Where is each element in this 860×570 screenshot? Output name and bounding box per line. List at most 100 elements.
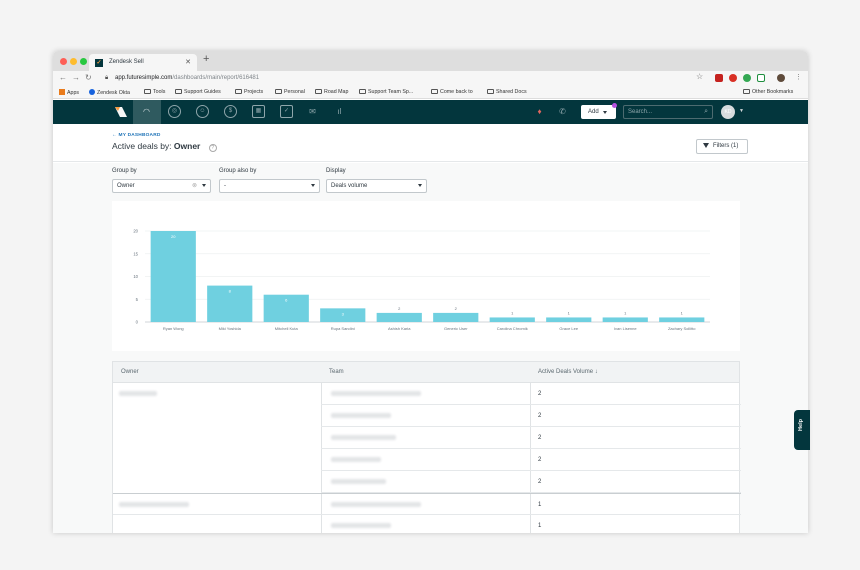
group-by-label: Group by xyxy=(112,168,137,174)
browser-window: ✓ Zendesk Sell ✕ + ← → ↻ 🔒︎ app.futuresi… xyxy=(53,51,808,533)
bookmark-apps[interactable]: Apps xyxy=(59,89,79,96)
volume-value: 2 xyxy=(538,479,542,485)
minimize-window-icon[interactable] xyxy=(70,58,77,65)
redacted-team xyxy=(331,523,391,528)
table-row: 1 xyxy=(321,515,741,533)
reports-bar-icon[interactable]: ıl xyxy=(333,105,346,118)
bookmark-zendesk-okta[interactable]: Zendesk Okta xyxy=(89,89,130,96)
bar-0 xyxy=(150,231,196,322)
x-category-label: Generic User xyxy=(444,326,468,331)
bar-chart: 0510152020Ryan Wong8Miki Yoshida6Mitchel… xyxy=(133,229,710,331)
filters-button[interactable]: Filters (1) xyxy=(696,139,748,154)
add-button[interactable]: Add xyxy=(581,105,616,119)
volume-value: 2 xyxy=(538,413,542,419)
notifications-icon[interactable]: ♦ xyxy=(533,105,546,118)
volume-value: 2 xyxy=(538,457,542,463)
bar-chart-card: 0 5 10 15 20 20 Ryan Wong 8 Miki Yoshida 6 Mitchel… xyxy=(112,201,740,351)
folder-icon xyxy=(431,89,438,94)
browser-tab-bar: ✓ Zendesk Sell ✕ + xyxy=(53,51,808,71)
tasks-check-icon[interactable]: ✓ xyxy=(280,105,293,118)
help-question-icon[interactable]: ? xyxy=(208,144,217,152)
bar-9 xyxy=(659,317,705,322)
x-category-label: Rupa Sandini xyxy=(331,326,355,331)
apps-grid-icon xyxy=(59,89,65,95)
y-tick-label: 10 xyxy=(133,274,138,279)
chevron-down-icon xyxy=(202,184,206,187)
table-row: 2 xyxy=(321,405,741,427)
bookmark-star-icon[interactable]: ☆ xyxy=(696,72,703,81)
column-header-team[interactable]: Team xyxy=(329,362,344,383)
search-input[interactable]: Search... ⌕ xyxy=(623,105,713,119)
help-button[interactable]: Help xyxy=(794,410,810,450)
calculator-icon[interactable]: ▦ xyxy=(252,105,265,118)
bookmark-road-map[interactable]: Road Map xyxy=(315,89,348,95)
new-tab-icon[interactable]: + xyxy=(203,53,209,65)
volume-value: 2 xyxy=(538,391,542,397)
reload-icon[interactable]: ↻ xyxy=(85,73,92,82)
back-arrow-icon[interactable]: ← xyxy=(59,73,67,82)
bar-value-label: 20 xyxy=(171,234,176,239)
chat-icon[interactable]: ✉ xyxy=(306,105,319,118)
bar-value-label: 1 xyxy=(511,310,514,315)
close-window-icon[interactable] xyxy=(60,58,67,65)
column-header-owner[interactable]: Owner xyxy=(121,362,139,383)
avatar[interactable]: KD xyxy=(721,105,735,119)
x-category-label: Ryan Wong xyxy=(163,326,184,331)
x-category-label: Grace Lee xyxy=(559,326,578,331)
folder-icon xyxy=(175,89,182,94)
chevron-down-icon[interactable]: ▼ xyxy=(739,108,744,114)
group-also-by-select[interactable]: - xyxy=(219,179,320,193)
add-badge-dot xyxy=(612,103,617,108)
x-category-label: Ivan Lisenne xyxy=(614,326,637,331)
deals-table: Owner Team Active Deals Volume ↓ 2 2 2 2… xyxy=(112,361,741,533)
x-category-label: Mitchell Kuta xyxy=(275,326,299,331)
bookmark-tools[interactable]: Tools xyxy=(144,89,165,95)
volume-value: 1 xyxy=(538,523,542,529)
table-row: 2 xyxy=(321,449,741,471)
y-tick-label: 5 xyxy=(136,297,139,302)
filter-funnel-icon xyxy=(703,143,709,148)
extension-shield-icon[interactable] xyxy=(757,74,765,82)
bookmark-projects[interactable]: Projects xyxy=(235,89,263,95)
target-icon[interactable]: ◎ xyxy=(168,105,181,118)
okta-icon xyxy=(89,89,95,95)
maximize-window-icon[interactable] xyxy=(80,58,87,65)
speedometer-icon[interactable]: ◠ xyxy=(140,105,153,118)
bar-value-label: 2 xyxy=(398,306,401,311)
bookmark-support-guides[interactable]: Support Guides xyxy=(175,89,221,95)
folder-icon xyxy=(235,89,242,94)
y-tick-label: 20 xyxy=(133,229,138,234)
bookmark-other[interactable]: Other Bookmarks xyxy=(743,89,793,95)
folder-icon xyxy=(743,89,750,94)
group-by-select[interactable]: Owner ⊗ xyxy=(112,179,211,193)
report-content: Group by Owner ⊗ Group also by - Display… xyxy=(53,163,808,533)
bar-value-label: 1 xyxy=(568,310,571,315)
dollar-icon[interactable]: $ xyxy=(224,105,237,118)
profile-icon[interactable] xyxy=(777,74,785,82)
zendesk-sell-logo-icon[interactable] xyxy=(115,106,127,118)
extension-red-icon[interactable] xyxy=(715,74,723,82)
forward-arrow-icon[interactable]: → xyxy=(72,73,80,82)
back-to-dashboard-link[interactable]: ← MY DASHBOARD xyxy=(112,133,161,138)
bookmark-personal[interactable]: Personal xyxy=(275,89,305,95)
display-label: Display xyxy=(326,168,346,174)
bookmark-shared-docs[interactable]: Shared Docs xyxy=(487,89,527,95)
browser-menu-icon[interactable]: ⋮ xyxy=(795,73,802,81)
chevron-down-icon xyxy=(418,184,422,187)
browser-tab[interactable]: ✓ Zendesk Sell ✕ xyxy=(89,54,197,71)
extension-stop-icon[interactable] xyxy=(729,74,737,82)
tab-close-icon[interactable]: ✕ xyxy=(185,54,191,71)
extension-green-icon[interactable] xyxy=(743,74,751,82)
clear-circle-icon[interactable]: ⊗ xyxy=(192,180,197,192)
page-title: Active deals by: Owner ? xyxy=(112,141,217,152)
column-header-volume[interactable]: Active Deals Volume ↓ xyxy=(538,362,598,383)
contacts-icon[interactable]: ☺ xyxy=(196,105,209,118)
url-input[interactable]: 🔒︎ app.futuresimple.com/dashboards/main/… xyxy=(97,73,717,84)
chevron-down-icon xyxy=(311,184,315,187)
phone-icon[interactable]: ✆ xyxy=(556,105,569,118)
url-path: /dashboards/main/report/616481 xyxy=(172,75,260,81)
bookmark-come-back-to[interactable]: Come back to xyxy=(431,89,473,95)
table-row: 2 xyxy=(321,383,741,405)
display-select[interactable]: Deals volume xyxy=(326,179,427,193)
bookmark-support-team[interactable]: Support Team Sp... xyxy=(359,89,413,95)
